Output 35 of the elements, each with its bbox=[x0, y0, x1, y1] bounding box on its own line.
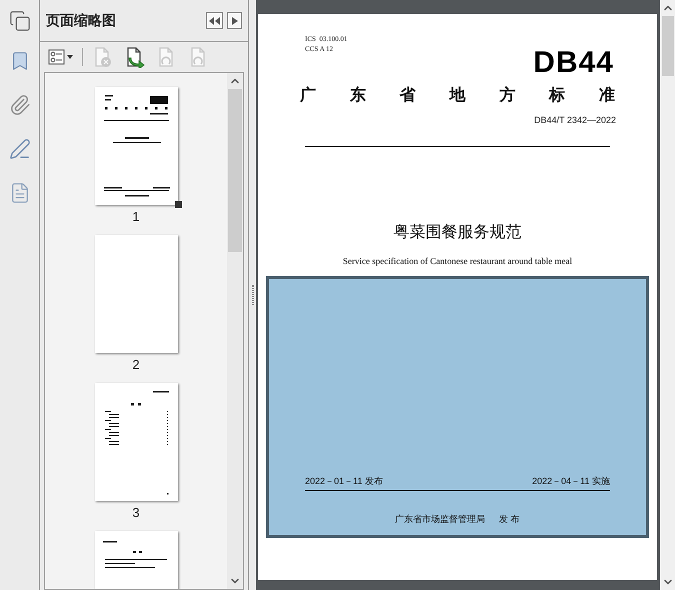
pages-icon[interactable] bbox=[8, 10, 30, 32]
heading-character: 广 bbox=[300, 85, 316, 106]
expand-button[interactable] bbox=[227, 12, 242, 29]
english-title: Service specification of Cantonese restaurant around table meal bbox=[342, 254, 572, 268]
standard-number: DB44/T 2342—2022 bbox=[534, 114, 616, 127]
scroll-thumb[interactable] bbox=[662, 16, 674, 76]
signature-icon[interactable] bbox=[8, 138, 30, 160]
heading-character: 准 bbox=[598, 86, 615, 106]
heading-character: 省 bbox=[400, 86, 416, 106]
page-number: 3 bbox=[132, 505, 140, 521]
list-options-icon bbox=[48, 49, 74, 65]
page-number: 1 bbox=[132, 209, 140, 225]
double-left-icon bbox=[209, 16, 220, 24]
issue-date: 2022－01－11 发布 bbox=[305, 475, 383, 488]
heading-character: 方 bbox=[499, 85, 516, 106]
page-number: 2 bbox=[132, 357, 140, 373]
heading-character: 标 bbox=[549, 86, 566, 106]
scrollbar[interactable] bbox=[660, 0, 675, 590]
heading-character: 地 bbox=[449, 86, 466, 106]
page-thumbnail[interactable] bbox=[94, 235, 178, 353]
publisher: 广东省市场监督管理局 bbox=[395, 512, 486, 526]
right-triangle-icon bbox=[232, 16, 238, 24]
collapse-button[interactable] bbox=[206, 12, 223, 29]
scrollbar[interactable] bbox=[227, 73, 243, 589]
page-thumbnail[interactable] bbox=[94, 383, 178, 501]
publish-label: 发 布 bbox=[499, 512, 520, 526]
standard-logo: DB44 bbox=[533, 48, 614, 78]
effective-date: 2022－04－11 实施 bbox=[532, 475, 610, 488]
scroll-thumb[interactable] bbox=[228, 89, 242, 252]
page-thumbnail[interactable] bbox=[94, 87, 178, 205]
panel-title: 页面缩略图 bbox=[46, 11, 117, 30]
document-title: 粤菜围餐服务规范 bbox=[394, 222, 522, 242]
heading-character: 东 bbox=[350, 85, 366, 106]
paperclip-icon[interactable] bbox=[8, 94, 30, 116]
view-marker[interactable] bbox=[174, 201, 182, 208]
